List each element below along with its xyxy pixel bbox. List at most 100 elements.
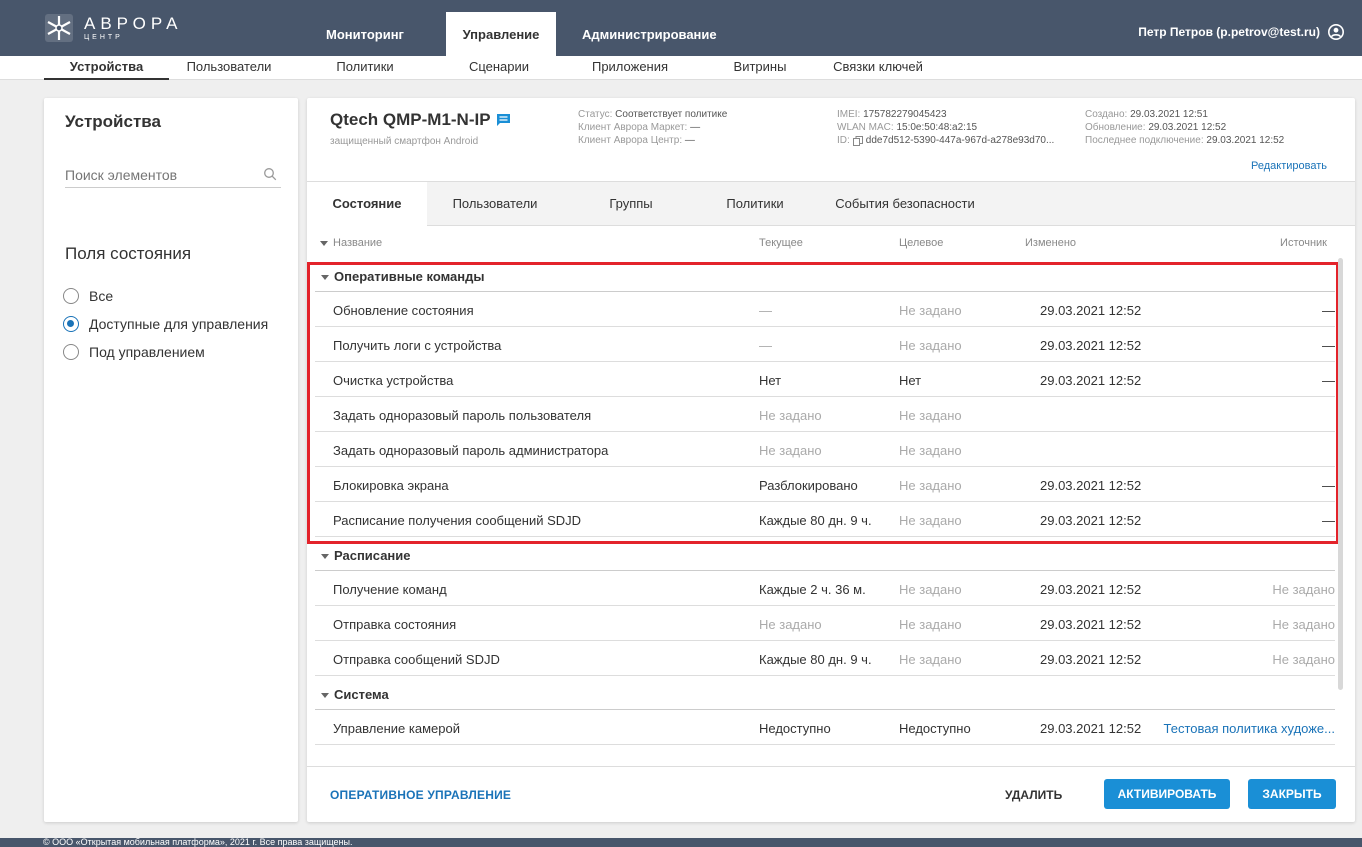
group-schedule[interactable]: Расписание bbox=[315, 537, 1335, 571]
user-menu[interactable]: Петр Петров (p.petrov@test.ru) bbox=[1138, 24, 1344, 40]
row-changed: 29.03.2021 12:52 bbox=[1040, 652, 1142, 667]
wlan-value: 15:0e:50:48:a2:15 bbox=[896, 122, 978, 133]
copyright-text: © ООО «Открытая мобильная платформа», 20… bbox=[43, 838, 353, 847]
sub-nav-devices[interactable]: Устройства bbox=[44, 56, 169, 80]
device-ids-block: IMEI: 175782279045423 WLAN MAC: 15:0e:50… bbox=[837, 108, 1054, 147]
row-target: Не задано bbox=[899, 443, 962, 458]
expand-arrow-icon bbox=[321, 693, 329, 699]
group-toggle[interactable]: Оперативные команды bbox=[321, 269, 485, 284]
search-input[interactable] bbox=[65, 164, 255, 186]
logo[interactable]: АВРОРА ЦЕНТР bbox=[44, 12, 182, 44]
close-button[interactable]: ЗАКРЫТЬ bbox=[1248, 779, 1336, 809]
tab-policies[interactable]: Политики bbox=[699, 182, 811, 226]
device-details-panel: Qtech QMP-M1-N-IP защищенный смартфон An… bbox=[307, 98, 1355, 822]
table-row[interactable]: Очистка устройства Нет Нет 29.03.2021 12… bbox=[315, 362, 1335, 397]
group-toggle[interactable]: Расписание bbox=[321, 548, 411, 563]
filter-managed[interactable]: Под управлением bbox=[63, 338, 268, 366]
row-source: — bbox=[1322, 303, 1335, 318]
sub-nav-keychains[interactable]: Связки ключей bbox=[818, 56, 938, 80]
logo-subtext: ЦЕНТР bbox=[84, 34, 123, 41]
edit-link[interactable]: Редактировать bbox=[1251, 160, 1327, 172]
row-current: Каждые 2 ч. 36 м. bbox=[759, 582, 866, 597]
chat-icon[interactable] bbox=[496, 113, 511, 127]
expand-arrow-icon bbox=[321, 554, 329, 560]
row-name: Обновление состояния bbox=[333, 303, 474, 318]
delete-button[interactable]: УДАЛИТЬ bbox=[1005, 788, 1062, 802]
sub-nav-apps[interactable]: Приложения bbox=[575, 56, 685, 80]
table-header: Название Текущее Целевое Изменено Источн… bbox=[307, 228, 1355, 258]
table-row[interactable]: Обновление состояния — Не задано 29.03.2… bbox=[315, 292, 1335, 327]
group-operative-commands[interactable]: Оперативные команды bbox=[315, 258, 1335, 292]
scrollbar[interactable] bbox=[1338, 258, 1343, 690]
operative-control-button[interactable]: ОПЕРАТИВНОЕ УПРАВЛЕНИЕ bbox=[330, 788, 511, 802]
sort-arrow-icon bbox=[320, 240, 328, 246]
table-row[interactable]: Получение команд Каждые 2 ч. 36 м. Не за… bbox=[315, 571, 1335, 606]
market-value: — bbox=[690, 122, 701, 133]
row-target: Не задано bbox=[899, 338, 962, 353]
sub-nav-showcases[interactable]: Витрины bbox=[705, 56, 815, 80]
group-system[interactable]: Система bbox=[315, 676, 1335, 710]
expand-arrow-icon bbox=[321, 275, 329, 281]
tab-state[interactable]: Состояние bbox=[307, 182, 427, 227]
status-value: Соответствует политике bbox=[615, 109, 728, 120]
row-target: Не задано bbox=[899, 303, 962, 318]
radio-checked-icon[interactable] bbox=[63, 316, 79, 332]
table-row[interactable]: Задать одноразовый пароль пользователя Н… bbox=[315, 397, 1335, 432]
table-row[interactable]: Получить логи с устройства — Не задано 2… bbox=[315, 327, 1335, 362]
row-name: Получение команд bbox=[333, 582, 447, 597]
devices-sidebar: Устройства Поля состояния Все Доступные … bbox=[44, 98, 298, 822]
row-name: Отправка состояния bbox=[333, 617, 457, 632]
col-current: Текущее bbox=[759, 237, 803, 249]
row-name: Очистка устройства bbox=[333, 373, 454, 388]
group-toggle[interactable]: Система bbox=[321, 687, 389, 702]
main-nav-monitoring[interactable]: Мониторинг bbox=[310, 12, 420, 56]
tab-security-events[interactable]: События безопасности bbox=[825, 182, 985, 226]
device-status-block: Статус: Соответствует политике Клиент Ав… bbox=[578, 108, 727, 147]
radio-unchecked-icon[interactable] bbox=[63, 344, 79, 360]
row-target: Не задано bbox=[899, 652, 962, 667]
row-source: Не задано bbox=[1272, 582, 1335, 597]
copy-icon[interactable] bbox=[852, 135, 863, 146]
sub-nav-users[interactable]: Пользователи bbox=[174, 56, 284, 80]
col-name[interactable]: Название bbox=[320, 237, 382, 249]
top-bar: АВРОРА ЦЕНТР Мониторинг Управление Админ… bbox=[0, 0, 1362, 56]
row-current: Не задано bbox=[759, 408, 822, 423]
row-current: Каждые 80 дн. 9 ч. bbox=[759, 652, 872, 667]
table-row[interactable]: Управление камерой Недоступно Недоступно… bbox=[315, 710, 1335, 745]
filter-manageable[interactable]: Доступные для управления bbox=[63, 310, 268, 338]
group-label: Расписание bbox=[334, 548, 411, 563]
table-row[interactable]: Расписание получения сообщений SDJD Кажд… bbox=[315, 502, 1335, 537]
activate-button[interactable]: АКТИВИРОВАТЬ bbox=[1104, 779, 1230, 809]
row-changed: 29.03.2021 12:52 bbox=[1040, 513, 1142, 528]
tab-users[interactable]: Пользователи bbox=[427, 182, 563, 226]
filter-title: Поля состояния bbox=[65, 244, 192, 263]
table-row[interactable]: Отправка состояния Не задано Не задано 2… bbox=[315, 606, 1335, 641]
sub-nav-policies[interactable]: Политики bbox=[310, 56, 420, 80]
row-source: — bbox=[1322, 338, 1335, 353]
col-changed: Изменено bbox=[1025, 237, 1077, 249]
logo-text: АВРОРА bbox=[84, 14, 183, 33]
filter-all[interactable]: Все bbox=[63, 282, 268, 310]
row-target: Не задано bbox=[899, 617, 962, 632]
filter-manageable-label: Доступные для управления bbox=[89, 316, 269, 332]
col-target: Целевое bbox=[899, 237, 944, 249]
created-label: Создано: bbox=[1085, 109, 1128, 120]
radio-unchecked-icon[interactable] bbox=[63, 288, 79, 304]
action-footer: ОПЕРАТИВНОЕ УПРАВЛЕНИЕ УДАЛИТЬ АКТИВИРОВ… bbox=[307, 766, 1355, 822]
tab-groups[interactable]: Группы bbox=[563, 182, 699, 226]
sub-nav-scenarios[interactable]: Сценарии bbox=[444, 56, 554, 80]
table-row[interactable]: Блокировка экрана Разблокировано Не зада… bbox=[315, 467, 1335, 502]
main-nav-management[interactable]: Управление bbox=[446, 12, 556, 56]
sidebar-title: Устройства bbox=[65, 112, 161, 131]
table-row[interactable]: Отправка сообщений SDJD Каждые 80 дн. 9 … bbox=[315, 641, 1335, 676]
row-target: Не задано bbox=[899, 513, 962, 528]
center-value: — bbox=[684, 135, 695, 146]
search-icon[interactable] bbox=[263, 167, 277, 181]
row-current: Разблокировано bbox=[759, 478, 858, 493]
policy-link[interactable]: Тестовая политика художе... bbox=[1164, 721, 1335, 736]
group-label: Система bbox=[334, 687, 389, 702]
table-row[interactable]: Задать одноразовый пароль администратора… bbox=[315, 432, 1335, 467]
row-current: Нет bbox=[759, 373, 782, 388]
main-nav-administration[interactable]: Администрирование bbox=[582, 12, 717, 56]
row-changed: 29.03.2021 12:52 bbox=[1040, 338, 1142, 353]
